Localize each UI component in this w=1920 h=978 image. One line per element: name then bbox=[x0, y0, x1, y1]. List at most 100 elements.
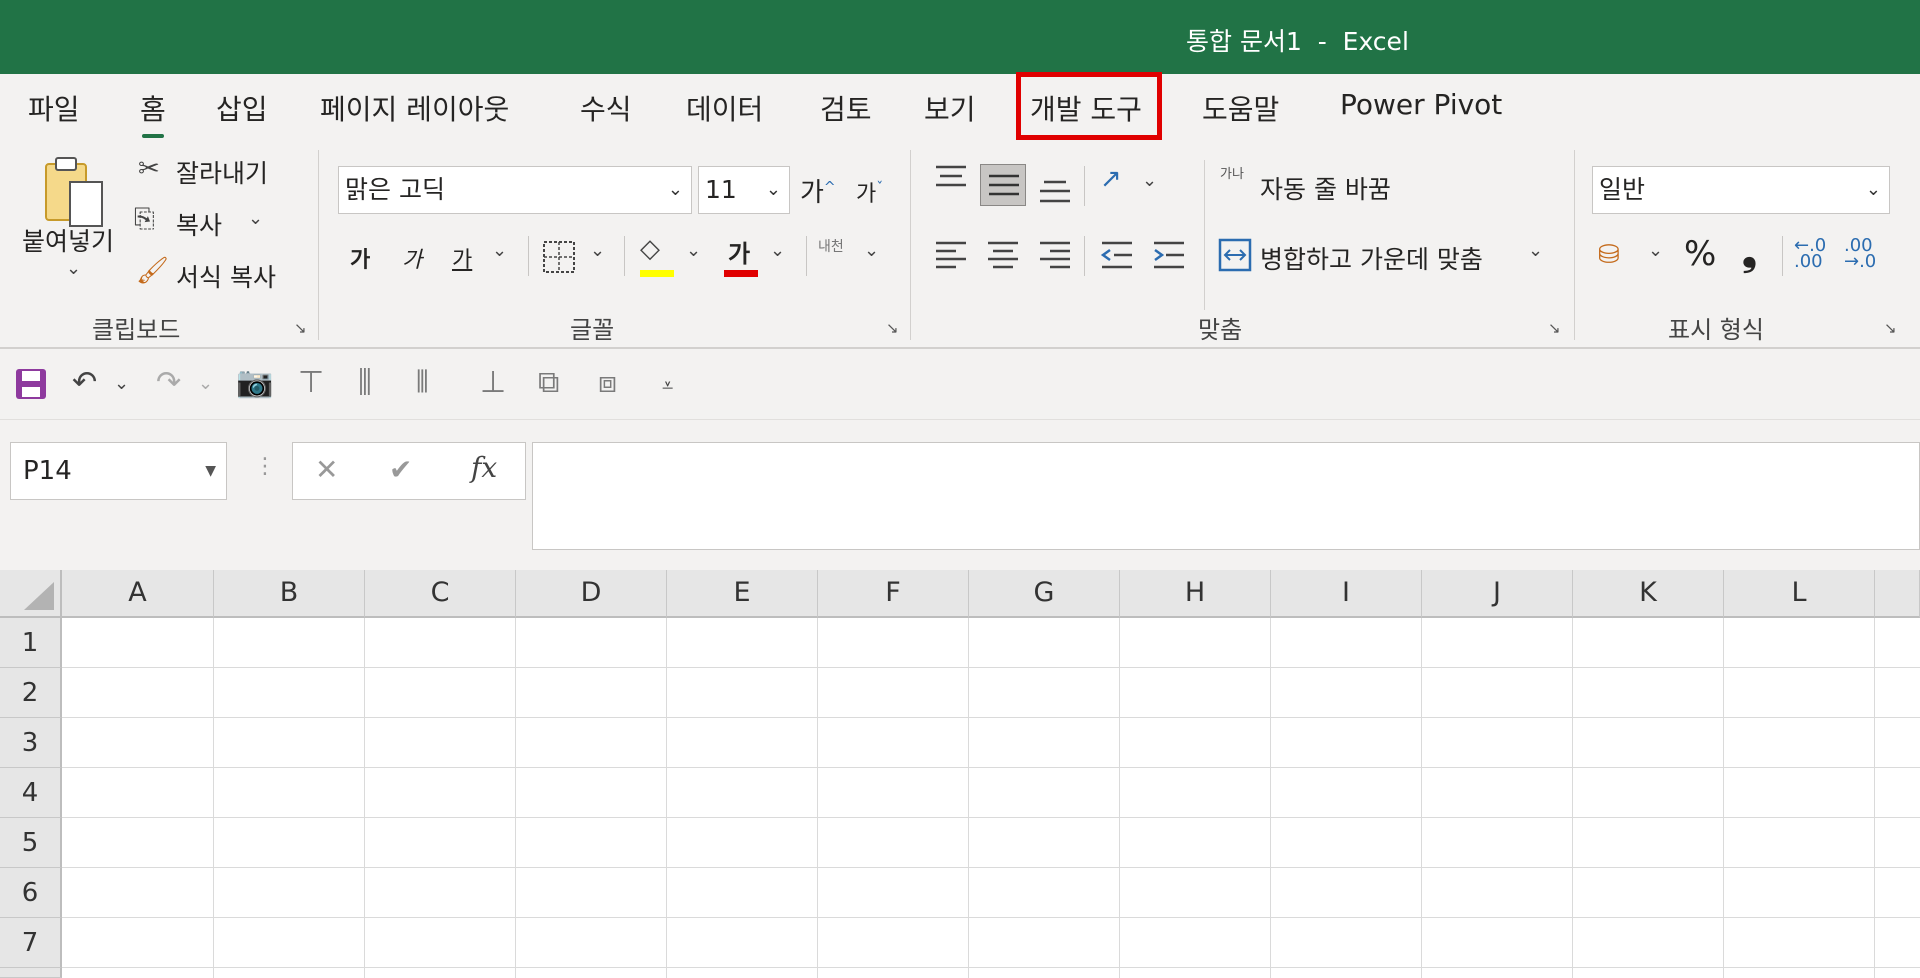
align-right-icon[interactable] bbox=[1038, 240, 1072, 270]
wrap-text-button[interactable]: 자동 줄 바꿈 bbox=[1260, 170, 1391, 206]
formula-input[interactable] bbox=[532, 442, 1920, 550]
insert-function-icon[interactable]: fx bbox=[471, 451, 497, 484]
underline-dropdown-icon[interactable]: ⌄ bbox=[492, 240, 507, 261]
camera-icon[interactable]: 📷 bbox=[236, 365, 273, 400]
accounting-format-icon[interactable]: ⛁ bbox=[1598, 240, 1620, 270]
column-header-a[interactable]: A bbox=[62, 570, 214, 618]
grip-icon[interactable]: ⋮ bbox=[254, 454, 276, 479]
save-icon[interactable] bbox=[14, 367, 48, 401]
column-header-i[interactable]: I bbox=[1271, 570, 1422, 618]
copy-icon[interactable]: ⎘ bbox=[134, 204, 155, 235]
row-header-4[interactable]: 4 bbox=[0, 768, 62, 818]
align-bottom-icon[interactable] bbox=[1038, 176, 1072, 206]
tab-insert[interactable]: 삽입 bbox=[216, 88, 268, 128]
row-header-6[interactable]: 6 bbox=[0, 868, 62, 918]
tab-home[interactable]: 홈 bbox=[140, 88, 166, 138]
select-all-button[interactable] bbox=[0, 570, 62, 618]
increase-font-button[interactable]: 가^ bbox=[800, 172, 836, 209]
cut-button[interactable]: 잘라내기 bbox=[176, 154, 268, 190]
redo-icon[interactable]: ↷ bbox=[156, 365, 181, 400]
bold-button[interactable]: 가 bbox=[350, 242, 370, 274]
font-size-select[interactable]: 11 ⌄ bbox=[698, 166, 790, 214]
name-box-dropdown-icon[interactable]: ▼ bbox=[205, 443, 216, 499]
paste-dropdown-icon[interactable]: ⌄ bbox=[66, 258, 81, 279]
font-launcher-icon[interactable]: ↘ bbox=[886, 320, 902, 336]
copy-button[interactable]: 복사 bbox=[176, 206, 222, 242]
wrap-text-icon[interactable]: 가나 bbox=[1220, 168, 1256, 181]
cut-icon[interactable]: ✂ bbox=[138, 154, 160, 184]
align-top-icon[interactable] bbox=[934, 164, 968, 194]
phonetic-dropdown-icon[interactable]: ⌄ bbox=[864, 240, 879, 261]
redo-dropdown-icon[interactable]: ⌄ bbox=[198, 373, 213, 394]
copy-dropdown-icon[interactable]: ⌄ bbox=[248, 208, 263, 229]
phonetic-button[interactable]: 내천 bbox=[818, 236, 844, 256]
column-header-h[interactable]: H bbox=[1120, 570, 1271, 618]
percent-button[interactable]: % bbox=[1684, 234, 1716, 274]
tab-view[interactable]: 보기 bbox=[924, 88, 976, 128]
row-header-1[interactable]: 1 bbox=[0, 618, 62, 668]
borders-dropdown-icon[interactable]: ⌄ bbox=[590, 240, 605, 261]
fill-color-dropdown-icon[interactable]: ⌄ bbox=[686, 240, 701, 261]
font-color-button[interactable]: 가 bbox=[728, 234, 750, 269]
row-header-partial[interactable] bbox=[0, 968, 62, 978]
row-header-5[interactable]: 5 bbox=[0, 818, 62, 868]
row-header-3[interactable]: 3 bbox=[0, 718, 62, 768]
row-header-7[interactable]: 7 bbox=[0, 918, 62, 968]
name-box[interactable]: P14 ▼ bbox=[10, 442, 227, 500]
align-objects-middle-icon[interactable]: ⫼ bbox=[358, 365, 372, 400]
column-header-e[interactable]: E bbox=[667, 570, 818, 618]
align-left-icon[interactable] bbox=[934, 240, 968, 270]
decrease-indent-icon[interactable] bbox=[1100, 240, 1134, 270]
increase-decimal-icon[interactable]: ←.0.00 bbox=[1794, 237, 1826, 271]
column-header-k[interactable]: K bbox=[1573, 570, 1724, 618]
column-header-b[interactable]: B bbox=[214, 570, 365, 618]
column-header-j[interactable]: J bbox=[1422, 570, 1573, 618]
format-painter-icon[interactable]: 🖌 bbox=[136, 256, 169, 286]
number-format-select[interactable]: 일반 ⌄ bbox=[1592, 166, 1890, 214]
column-header-g[interactable]: G bbox=[969, 570, 1120, 618]
cancel-icon[interactable]: ✕ bbox=[315, 453, 338, 486]
paste-icon[interactable] bbox=[42, 154, 108, 232]
row-header-2[interactable]: 2 bbox=[0, 668, 62, 718]
accounting-dropdown-icon[interactable]: ⌄ bbox=[1648, 240, 1663, 261]
comma-button[interactable]: ❟ bbox=[1742, 230, 1757, 275]
column-header-partial[interactable] bbox=[1875, 570, 1920, 618]
merge-center-button[interactable]: 병합하고 가운데 맞춤 bbox=[1260, 240, 1483, 276]
format-painter-button[interactable]: 서식 복사 bbox=[176, 258, 276, 294]
tab-help[interactable]: 도움말 bbox=[1202, 88, 1279, 128]
align-middle-button[interactable] bbox=[980, 164, 1026, 206]
tab-formulas[interactable]: 수식 bbox=[580, 88, 632, 128]
increase-indent-icon[interactable] bbox=[1152, 240, 1186, 270]
tab-file[interactable]: 파일 bbox=[28, 88, 80, 128]
decrease-decimal-icon[interactable]: .00 →.0 bbox=[1844, 237, 1876, 271]
clipboard-launcher-icon[interactable]: ↘ bbox=[294, 320, 310, 336]
align-objects-bottom-icon[interactable]: ⊥ bbox=[480, 365, 506, 400]
font-name-select[interactable]: 맑은 고딕 ⌄ bbox=[338, 166, 692, 214]
font-color-dropdown-icon[interactable]: ⌄ bbox=[770, 240, 785, 261]
customize-qat-icon[interactable]: ⩡ bbox=[662, 373, 673, 397]
send-backward-icon[interactable]: ⧈ bbox=[598, 365, 617, 400]
underline-button[interactable]: 가 bbox=[452, 242, 472, 274]
align-objects-top-icon[interactable]: ⊤ bbox=[298, 365, 324, 400]
number-launcher-icon[interactable]: ↘ bbox=[1884, 320, 1900, 336]
column-header-l[interactable]: L bbox=[1724, 570, 1875, 618]
enter-icon[interactable]: ✔ bbox=[389, 453, 412, 486]
undo-icon[interactable]: ↶ bbox=[72, 365, 97, 400]
align-center-icon[interactable] bbox=[986, 240, 1020, 270]
merge-dropdown-icon[interactable]: ⌄ bbox=[1528, 240, 1543, 261]
undo-dropdown-icon[interactable]: ⌄ bbox=[114, 373, 129, 394]
tab-review[interactable]: 검토 bbox=[820, 88, 872, 128]
alignment-launcher-icon[interactable]: ↘ bbox=[1548, 320, 1564, 336]
merge-center-icon[interactable] bbox=[1218, 238, 1252, 272]
paste-button[interactable]: 붙여넣기 bbox=[22, 222, 114, 258]
decrease-font-button[interactable]: 가ˇ bbox=[856, 176, 883, 208]
tab-power-pivot[interactable]: Power Pivot bbox=[1340, 88, 1502, 121]
distribute-objects-icon[interactable]: ⫴ bbox=[416, 365, 429, 400]
italic-button[interactable]: 가 bbox=[402, 242, 422, 274]
orientation-icon[interactable]: ↗ bbox=[1100, 164, 1122, 194]
borders-icon[interactable] bbox=[542, 240, 576, 274]
fill-color-icon[interactable]: ◇ bbox=[640, 234, 660, 264]
bring-forward-icon[interactable]: ⧉ bbox=[538, 365, 559, 400]
column-header-d[interactable]: D bbox=[516, 570, 667, 618]
tab-page-layout[interactable]: 페이지 레이아웃 bbox=[320, 88, 509, 128]
